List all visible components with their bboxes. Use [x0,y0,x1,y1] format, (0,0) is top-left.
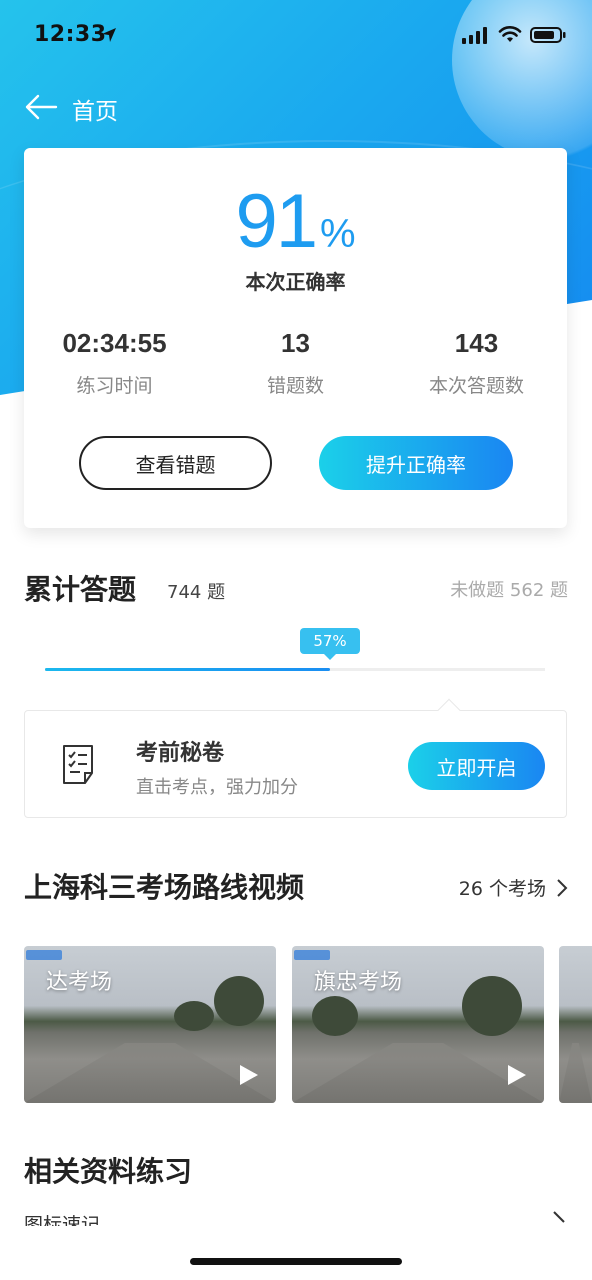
cumulative-title: 累计答题 [24,573,137,606]
open-now-button[interactable]: 立即开启 [408,742,545,790]
chevron-right-icon [557,878,568,897]
status-indicators [462,26,566,44]
stat-label: 练习时间 [76,375,153,397]
related-section-title: 相关资料练习 [24,1155,193,1188]
signal-icon [462,27,487,44]
scene-road [292,1043,544,1103]
chevron-down-right-icon[interactable] [552,1210,566,1224]
promo-subtitle: 直击考点，强力加分 [136,777,298,798]
video-watermark [26,950,62,960]
back-arrow-icon[interactable] [24,92,58,122]
stat-answer-count: 143 本次答题数 [386,328,567,398]
stat-value: 143 [454,328,499,358]
promo-card[interactable]: 考前秘卷 直击考点，强力加分 立即开启 [24,710,567,818]
remaining-count: 未做题 562 题 [450,580,568,601]
score-value: 91 [235,179,318,264]
score-unit: % [319,212,356,256]
progress-track [45,668,545,671]
stat-practice-time: 02:34:55 练习时间 [24,328,205,398]
promo-title: 考前秘卷 [136,741,225,766]
checklist-icon [63,745,93,784]
video-more-label: 26 个考场 [458,878,546,900]
status-bar: 12:33 [0,0,592,72]
score-display: 91% [24,178,567,265]
home-indicator[interactable] [190,1258,402,1265]
scene-tree [174,1001,214,1031]
video-card[interactable] [559,946,592,1103]
video-section-title: 上海科三考场路线视频 [24,871,305,904]
play-icon[interactable] [508,1065,526,1085]
status-time: 12:33 [34,22,107,47]
wifi-icon [498,26,522,42]
video-card-label: 旗忠考场 [314,970,403,995]
progress-bubble: 57% [300,628,360,660]
back-label[interactable]: 首页 [72,92,118,126]
scene-road [559,1043,592,1103]
video-card[interactable]: 旗忠考场 [292,946,544,1103]
progress-fill [45,668,330,671]
scene-tree [214,976,264,1026]
stat-value: 02:34:55 [62,328,167,358]
play-icon[interactable] [240,1065,258,1085]
scene-tree [312,996,358,1036]
stat-wrong-count: 13 错题数 [205,328,386,398]
scene-road [24,1043,276,1103]
cumulative-count: 744 题 [167,582,226,603]
view-wrong-button[interactable]: 查看错题 [79,436,272,490]
related-item[interactable]: 图标速记 [24,1210,100,1226]
video-card[interactable]: 达考场 [24,946,276,1103]
stat-label: 本次答题数 [428,375,524,397]
battery-icon [530,27,566,43]
stat-value: 13 [281,328,310,358]
score-label: 本次正确率 [245,270,346,294]
stats-row: 02:34:55 练习时间 13 错题数 143 本次答题数 [24,328,567,398]
video-card-label: 达考场 [46,970,113,995]
stat-label: 错题数 [266,375,324,397]
location-arrow-icon [102,28,116,42]
score-card: 91% 本次正确率 02:34:55 练习时间 13 错题数 143 本次答题数… [24,148,567,528]
video-watermark [294,950,330,960]
improve-accuracy-button[interactable]: 提升正确率 [319,436,513,490]
video-more-link[interactable]: 26 个考场 [459,874,568,901]
scene-tree [462,976,522,1036]
